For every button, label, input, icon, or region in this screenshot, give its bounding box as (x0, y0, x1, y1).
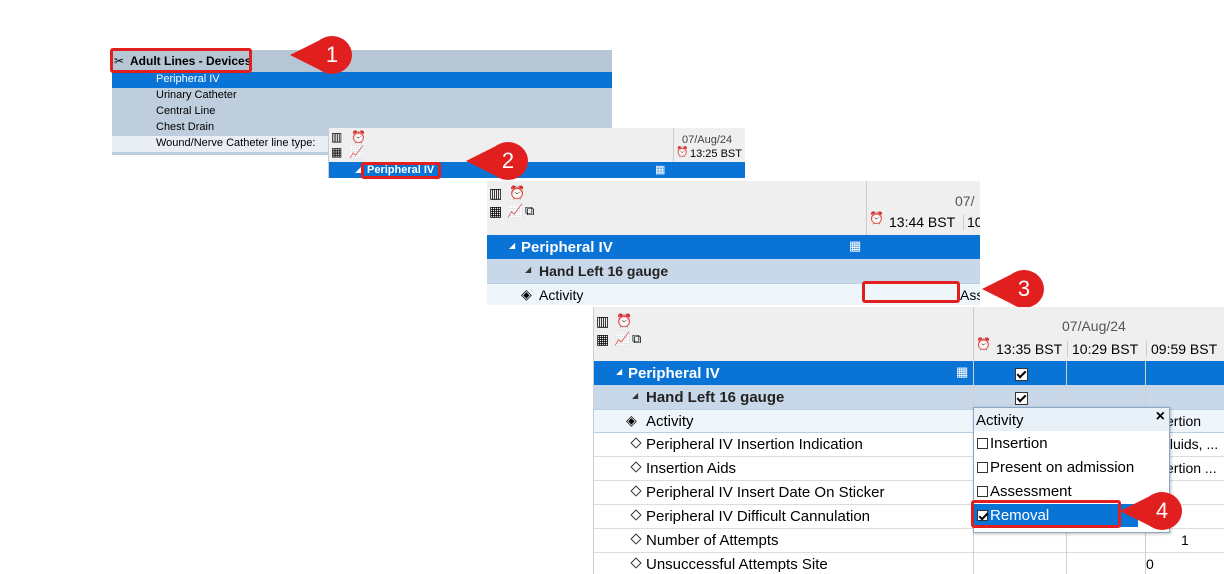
copy-icon[interactable]: ⧉ (632, 331, 641, 347)
column-time-2: 10 (963, 214, 980, 230)
section-label: Peripheral IV (521, 239, 613, 256)
diamond-icon (630, 485, 642, 497)
option-checkbox[interactable] (977, 486, 988, 498)
highlight-box-1 (110, 48, 252, 73)
activity-cut-value: Ass (960, 287, 980, 303)
grid-icon[interactable]: ▦ (655, 163, 665, 176)
alarm-icon[interactable]: ⏰ (616, 313, 632, 329)
toolbar-chart-icon[interactable]: ▥ (331, 130, 342, 144)
option-present-on-admission[interactable]: Present on admission (974, 456, 1169, 479)
alarm-icon: ⏰ (869, 211, 884, 225)
dropdown-title: Activity (976, 412, 1024, 429)
group-row-hand-left[interactable]: ◢ Hand Left 16 gauge (487, 259, 980, 283)
group-label: Hand Left 16 gauge (539, 263, 669, 279)
dropdown-header: Activity × (974, 408, 1169, 431)
graph-icon[interactable]: 📈 (507, 203, 523, 219)
activity-icon: ◈ (626, 412, 637, 428)
grid-icon[interactable]: ▦ (849, 238, 861, 254)
section-row-peripheral-iv[interactable]: ◢ Peripheral IV ▦ (487, 235, 980, 259)
option-checkbox[interactable] (977, 438, 988, 450)
nav-item-peripheral-iv[interactable]: Peripheral IV (112, 72, 612, 88)
graph-icon[interactable]: 📈 (349, 145, 364, 159)
activity-label: Activity (539, 287, 584, 303)
nav-item-urinary-catheter[interactable]: Urinary Catheter (112, 88, 612, 104)
table-edit-icon[interactable]: ▦ (331, 145, 342, 159)
row-unsuccessful-site[interactable]: Unsuccessful Attempts Site 0 (594, 553, 1224, 574)
highlight-box-4 (971, 500, 1121, 528)
panel3-header: ▥ ⏰ ▦ 📈 ⧉ 07/ ⏰ 13:44 BST 10 (487, 181, 980, 235)
option-insertion[interactable]: Insertion (974, 432, 1169, 455)
diamond-icon (630, 509, 642, 521)
alarm-icon[interactable]: ⏰ (351, 130, 366, 144)
column-time: 13:44 BST (889, 214, 956, 230)
group-row-hand-left[interactable]: ◢ Hand Left 16 gauge (594, 385, 1224, 409)
diamond-icon (630, 533, 642, 545)
toolbar-chart-icon[interactable]: ▥ (596, 313, 609, 330)
column-date: 07/Aug/24 (682, 134, 733, 146)
column-time: 13:25 BST (690, 148, 742, 160)
section-label: Peripheral IV (628, 365, 720, 382)
grid-icon[interactable]: ▦ (956, 364, 968, 380)
highlight-box-3[interactable] (862, 281, 960, 303)
nav-item-central-line[interactable]: Central Line (112, 104, 612, 120)
group-checkbox[interactable] (1015, 392, 1028, 406)
table-edit-icon[interactable]: ▦ (489, 203, 502, 220)
activity-icon: ◈ (521, 286, 532, 302)
section-checkbox[interactable] (1015, 368, 1028, 382)
column-time-2: 10:29 BST (1067, 341, 1138, 357)
column-date: 07/ (955, 193, 975, 209)
diamond-icon (630, 461, 642, 473)
option-checkbox[interactable] (977, 462, 988, 474)
table-edit-icon[interactable]: ▦ (596, 331, 609, 348)
column-date: 07/Aug/24 (1062, 318, 1126, 334)
callout-4: 4 (1120, 492, 1182, 530)
activity-label: Activity (646, 413, 694, 430)
alarm-icon: ⏰ (976, 337, 991, 351)
alarm-icon[interactable]: ⏰ (509, 185, 525, 201)
highlight-box-2 (361, 162, 441, 179)
diamond-icon (630, 437, 642, 449)
copy-icon[interactable]: ⧉ (525, 203, 534, 219)
callout-3: 3 (982, 270, 1044, 308)
flowsheet-panel-4: ▥ ⏰ ▦ 📈 ⧉ 07/Aug/24 ⏰ 13:35 BST 10:29 BS… (593, 307, 1224, 574)
group-label: Hand Left 16 gauge (646, 389, 785, 406)
close-icon[interactable]: × (1156, 408, 1165, 426)
column-time-1: 13:35 BST (996, 341, 1063, 357)
diamond-icon (630, 557, 642, 569)
time-column-header: 07/Aug/24 ⏰ 13:25 BST (673, 128, 745, 162)
toolbar-chart-icon[interactable]: ▥ (489, 185, 502, 202)
callout-2: 2 (466, 142, 528, 180)
column-time-3: 09:59 BST (1146, 341, 1217, 357)
alarm-icon: ⏰ (676, 147, 689, 158)
panel4-header: ▥ ⏰ ▦ 📈 ⧉ 07/Aug/24 ⏰ 13:35 BST 10:29 BS… (594, 307, 1224, 361)
activity-value: ertion (1166, 413, 1202, 429)
graph-icon[interactable]: 📈 (614, 331, 630, 347)
section-row-peripheral-iv[interactable]: ◢ Peripheral IV ▦ (594, 361, 1224, 385)
callout-1: 1 (290, 36, 352, 74)
